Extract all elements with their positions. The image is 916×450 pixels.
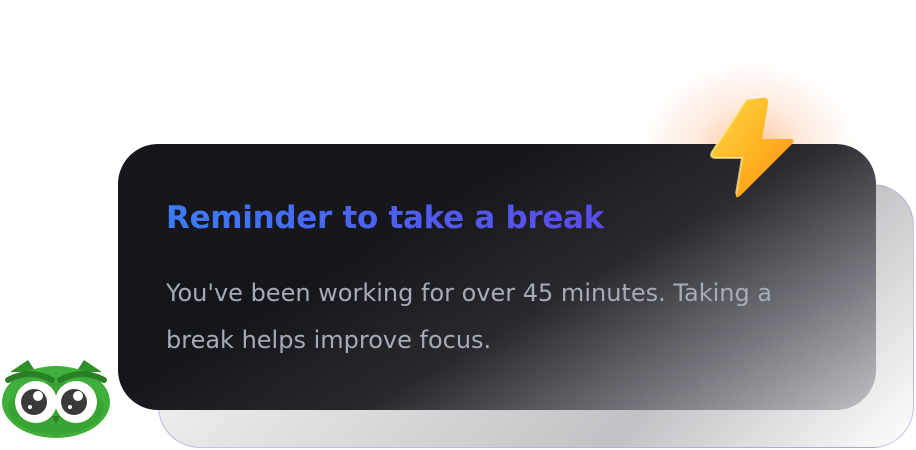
notification-message: You've been working for over 45 minutes.… [166, 279, 773, 354]
lightning-bolt-icon [698, 92, 804, 204]
notification-title: Reminder to take a break [166, 200, 604, 236]
owl-mascot-icon [0, 358, 112, 440]
